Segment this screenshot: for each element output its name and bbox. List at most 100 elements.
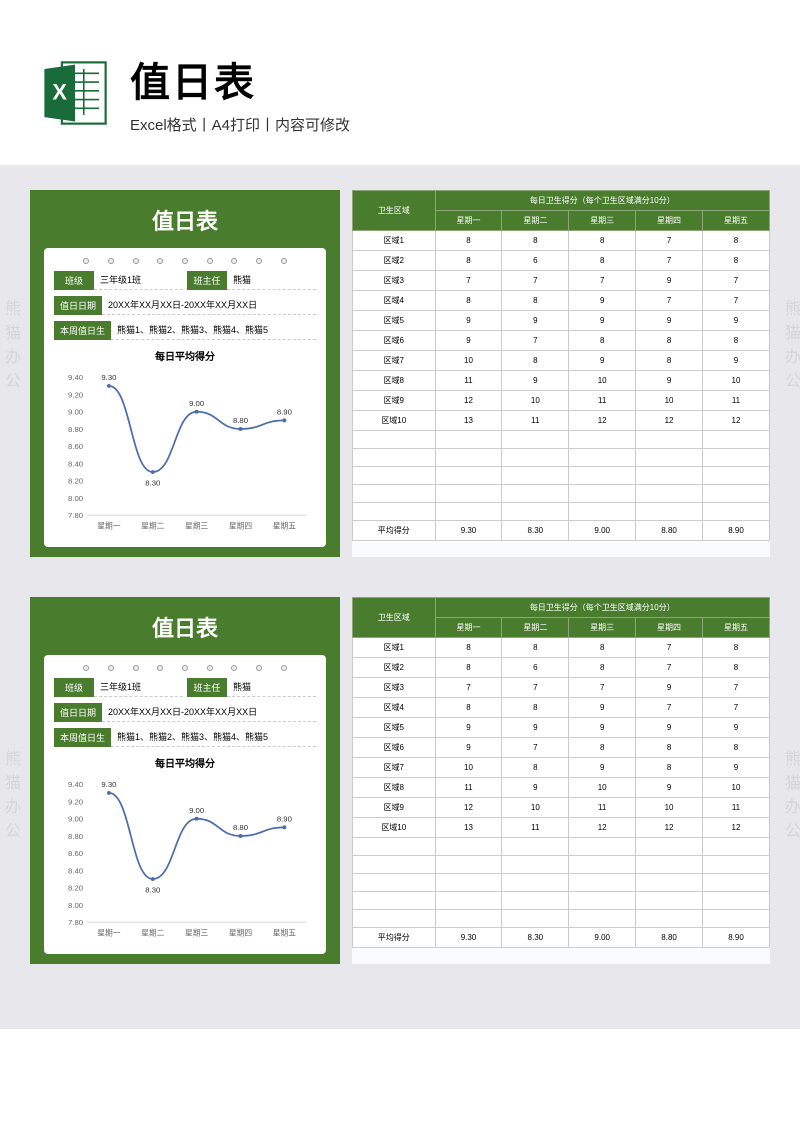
table-row: 区域811910910: [353, 371, 770, 391]
score-cell: 8: [435, 638, 502, 658]
svg-text:8.60: 8.60: [68, 849, 83, 858]
region-cell: 区域2: [353, 658, 436, 678]
score-cell: 7: [702, 271, 769, 291]
svg-text:9.30: 9.30: [101, 780, 116, 789]
region-cell: 区域8: [353, 778, 436, 798]
region-cell: 区域9: [353, 798, 436, 818]
table-row: 区域697888: [353, 738, 770, 758]
spiral-hole: [231, 665, 237, 671]
empty-cell: [702, 485, 769, 503]
avg-row: 平均得分9.308.309.008.808.90: [353, 928, 770, 948]
empty-cell: [636, 838, 703, 856]
svg-text:8.00: 8.00: [68, 494, 83, 503]
empty-cell: [435, 485, 502, 503]
table-row: 区域91210111011: [353, 798, 770, 818]
table-row: 区域488977: [353, 698, 770, 718]
score-cell: 9: [569, 291, 636, 311]
score-cell: 7: [502, 738, 569, 758]
score-cell: 8: [502, 758, 569, 778]
avg-label: 平均得分: [353, 928, 436, 948]
date-value: 20XX年XX月XX日-20XX年XX月XX日: [102, 702, 316, 722]
region-cell: 区域6: [353, 331, 436, 351]
svg-text:8.80: 8.80: [233, 823, 248, 832]
score-cell: 8: [435, 698, 502, 718]
empty-cell: [636, 467, 703, 485]
empty-cell: [702, 503, 769, 521]
table-row-empty: [353, 449, 770, 467]
avg-cell: 8.30: [502, 928, 569, 948]
spiral-hole: [157, 665, 163, 671]
svg-text:8.90: 8.90: [277, 408, 292, 417]
template-block: 值日表班级三年级1班班主任熊猫值日日期20XX年XX月XX日-20XX年XX月X…: [30, 190, 770, 557]
chart-title: 每日平均得分: [54, 755, 316, 770]
score-cell: 6: [502, 658, 569, 678]
content-area: 值日表班级三年级1班班主任熊猫值日日期20XX年XX月XX日-20XX年XX月X…: [0, 165, 800, 1029]
empty-cell: [636, 910, 703, 928]
empty-cell: [569, 856, 636, 874]
empty-cell: [702, 449, 769, 467]
score-cell: 7: [435, 678, 502, 698]
watermark: 熊猫办公: [0, 300, 22, 396]
region-cell: 区域4: [353, 698, 436, 718]
score-cell: 12: [702, 818, 769, 838]
empty-cell: [353, 910, 436, 928]
score-cell: 11: [502, 411, 569, 431]
svg-text:9.30: 9.30: [101, 373, 116, 382]
teacher-value: 熊猫: [227, 677, 316, 697]
region-cell: 区域10: [353, 411, 436, 431]
score-cell: 7: [702, 698, 769, 718]
empty-cell: [435, 892, 502, 910]
region-cell: 区域1: [353, 231, 436, 251]
empty-cell: [502, 467, 569, 485]
region-cell: 区域8: [353, 371, 436, 391]
table-row-empty: [353, 874, 770, 892]
excel-icon: X: [40, 58, 110, 128]
svg-text:星期二: 星期二: [141, 929, 165, 938]
svg-text:星期一: 星期一: [97, 929, 121, 938]
chart-title: 每日平均得分: [54, 348, 316, 363]
empty-cell: [636, 431, 703, 449]
empty-cell: [435, 856, 502, 874]
spiral-hole: [207, 258, 213, 264]
score-cell: 7: [569, 678, 636, 698]
score-cell: 9: [702, 758, 769, 778]
spiral-hole: [108, 258, 114, 264]
score-cell: 8: [636, 758, 703, 778]
spiral-hole: [157, 258, 163, 264]
day-header: 星期二: [502, 211, 569, 231]
score-cell: 9: [502, 311, 569, 331]
score-cell: 9: [702, 351, 769, 371]
score-cell: 9: [569, 311, 636, 331]
score-cell: 10: [569, 778, 636, 798]
table-row-empty: [353, 431, 770, 449]
empty-cell: [435, 449, 502, 467]
avg-cell: 8.80: [636, 521, 703, 541]
header: X 值日表 Excel格式丨A4打印丨内容可修改: [0, 0, 800, 165]
score-header: 每日卫生得分（每个卫生区域满分10分）: [435, 598, 769, 618]
score-cell: 9: [435, 311, 502, 331]
table-row: 区域377797: [353, 678, 770, 698]
score-cell: 8: [702, 658, 769, 678]
score-cell: 7: [702, 291, 769, 311]
region-cell: 区域5: [353, 311, 436, 331]
svg-text:9.00: 9.00: [189, 806, 204, 815]
score-cell: 11: [435, 371, 502, 391]
spiral-hole: [83, 258, 89, 264]
empty-cell: [502, 503, 569, 521]
empty-cell: [702, 892, 769, 910]
empty-cell: [502, 856, 569, 874]
score-cell: 7: [636, 291, 703, 311]
empty-cell: [702, 910, 769, 928]
day-header: 星期三: [569, 618, 636, 638]
empty-cell: [435, 431, 502, 449]
duty-value: 熊猫1、熊猫2、熊猫3、熊猫4、熊猫5: [111, 320, 316, 340]
watermark: 熊猫办公: [0, 750, 22, 846]
empty-cell: [435, 503, 502, 521]
empty-cell: [353, 449, 436, 467]
avg-cell: 9.30: [435, 521, 502, 541]
svg-text:星期二: 星期二: [141, 522, 165, 531]
duty-label: 本周值日生: [54, 321, 111, 340]
svg-text:8.20: 8.20: [68, 477, 83, 486]
score-panel: 卫生区域每日卫生得分（每个卫生区域满分10分）星期一星期二星期三星期四星期五区域…: [352, 597, 770, 964]
empty-cell: [435, 910, 502, 928]
